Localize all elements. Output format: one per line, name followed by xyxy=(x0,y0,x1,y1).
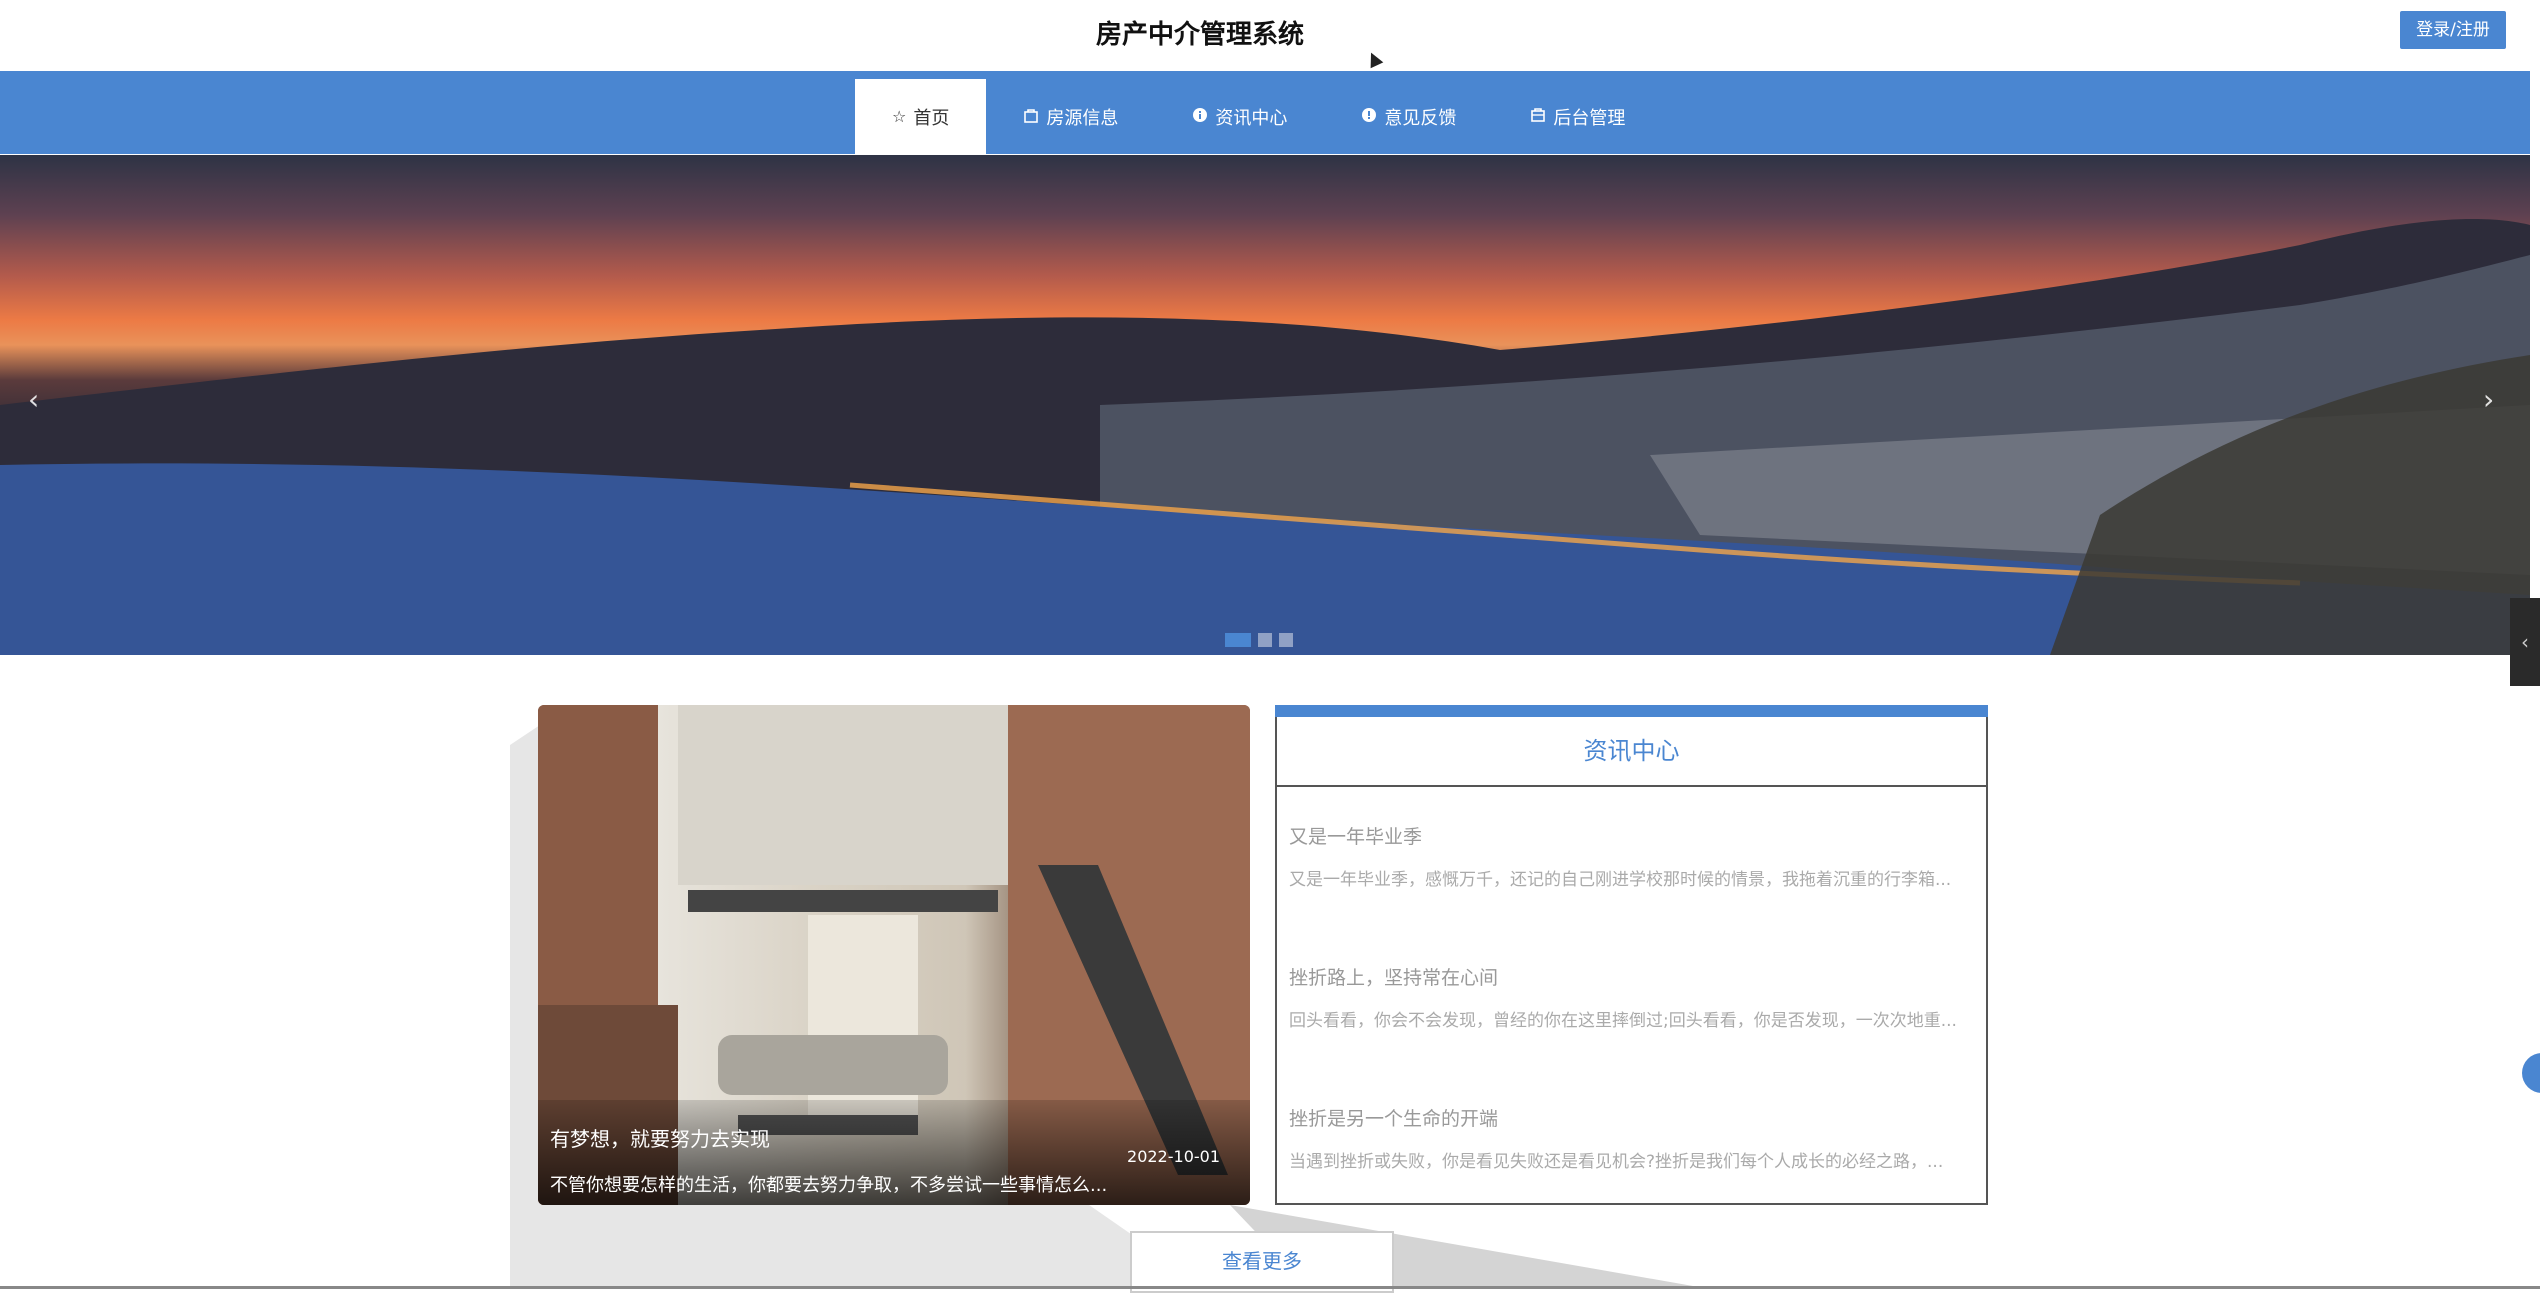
floating-chat-icon[interactable] xyxy=(2522,1053,2540,1093)
nav-item-label: 后台管理 xyxy=(1553,107,1626,129)
carousel-dot[interactable] xyxy=(1225,633,1251,647)
nav-item-home[interactable]: ☆ 首页 xyxy=(855,79,987,154)
nav-item-listings[interactable]: 房源信息 xyxy=(986,79,1155,154)
news-item[interactable]: 又是一年毕业季 又是一年毕业季，感慨万千，还记的自己刚进学校那时候的情景，我拖着… xyxy=(1289,822,1969,890)
nav-item-news[interactable]: 资讯中心 xyxy=(1155,79,1324,154)
site-title: 房产中介管理系统 xyxy=(1095,20,1304,50)
main-nav: ☆ 首页 房源信息 资讯中心 意见反馈 后台管理 xyxy=(0,71,2530,154)
featured-article-title: 有梦想，就要努力去实现 xyxy=(550,1127,770,1151)
login-register-button[interactable]: 登录/注册 xyxy=(2400,11,2506,49)
nav-item-label: 资讯中心 xyxy=(1215,107,1288,129)
banner-carousel[interactable]: ‹ › xyxy=(0,155,2530,655)
news-item-title: 又是一年毕业季 xyxy=(1289,826,1423,848)
side-panel-toggle[interactable]: ‹ xyxy=(2510,598,2540,686)
carousel-dot[interactable] xyxy=(1258,633,1272,647)
news-item[interactable]: 挫折路上，坚持常在心间 回头看看，你会不会发现，曾经的你在这里摔倒过;回头看看，… xyxy=(1289,963,1969,1031)
admin-icon xyxy=(1530,107,1546,127)
featured-article-card[interactable]: 有梦想，就要努力去实现 2022-10-01 不管你想要怎样的生活，你都要去努力… xyxy=(538,705,1250,1205)
feedback-icon xyxy=(1361,107,1377,127)
nav-item-label: 首页 xyxy=(913,107,950,129)
nav-item-admin[interactable]: 后台管理 xyxy=(1493,79,1662,154)
star-icon: ☆ xyxy=(892,107,907,126)
banner-image xyxy=(0,219,2530,655)
featured-article-summary: 不管你想要怎样的生活，你都要去努力争取，不多尝试一些事情怎么... xyxy=(550,1175,1108,1196)
mouse-cursor-icon xyxy=(1364,49,1384,69)
news-item[interactable]: 挫折是另一个生命的开端 当遇到挫折或失败，你是看见失败还是看见机会?挫折是我们每… xyxy=(1289,1104,1969,1172)
news-item-title: 挫折是另一个生命的开端 xyxy=(1289,1108,1499,1130)
info-icon xyxy=(1192,107,1208,127)
news-item-summary: 又是一年毕业季，感慨万千，还记的自己刚进学校那时候的情景，我拖着沉重的行李箱..… xyxy=(1289,870,1952,890)
carousel-prev-arrow[interactable]: ‹ xyxy=(28,383,39,416)
nav-item-feedback[interactable]: 意见反馈 xyxy=(1324,79,1493,154)
news-item-title: 挫折路上，坚持常在心间 xyxy=(1289,967,1499,989)
bag-icon xyxy=(1023,107,1039,127)
carousel-indicators xyxy=(1225,633,1293,647)
carousel-next-arrow[interactable]: › xyxy=(2483,383,2494,416)
news-item-summary: 当遇到挫折或失败，你是看见失败还是看见机会?挫折是我们每个人成长的必经之路，..… xyxy=(1289,1152,1944,1172)
news-center-panel: 资讯中心 又是一年毕业季 又是一年毕业季，感慨万千，还记的自己刚进学校那时候的情… xyxy=(1275,705,1988,1205)
nav-item-label: 房源信息 xyxy=(1046,107,1119,129)
top-bar: 房产中介管理系统 登录/注册 xyxy=(0,0,2540,71)
view-more-button[interactable]: 查看更多 xyxy=(1130,1231,1394,1293)
news-center-heading: 资讯中心 xyxy=(1277,717,1986,787)
news-item-summary: 回头看看，你会不会发现，曾经的你在这里摔倒过;回头看看，你是否发现，一次次地重.… xyxy=(1289,1011,1957,1031)
nav-item-label: 意见反馈 xyxy=(1384,107,1457,129)
featured-article-date: 2022-10-01 xyxy=(1127,1147,1220,1166)
carousel-dot[interactable] xyxy=(1279,633,1293,647)
